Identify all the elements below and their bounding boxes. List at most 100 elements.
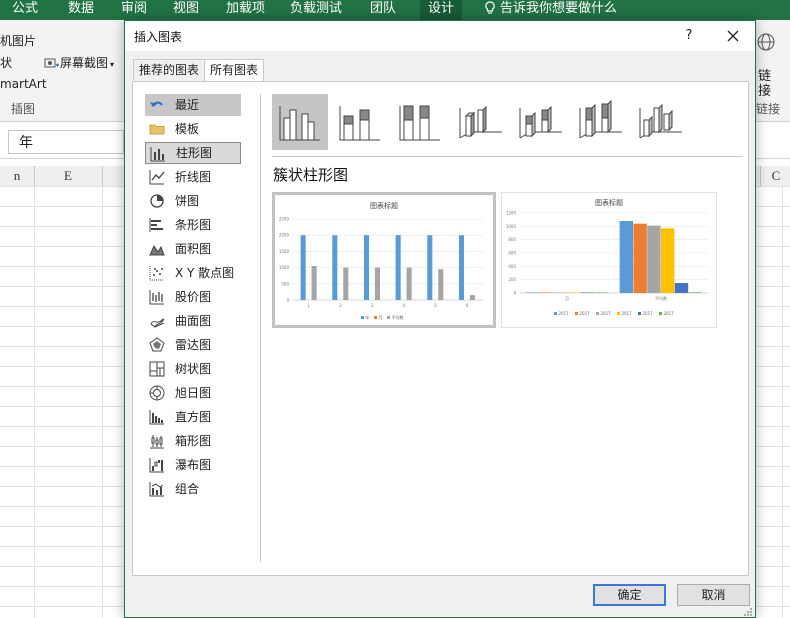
legend-label: 2017: [643, 311, 654, 316]
3d-clustered-column-subtype[interactable]: [452, 94, 508, 150]
3d-percent-stacked-column-icon: [579, 99, 622, 139]
clustered-column-subtype[interactable]: [272, 94, 328, 150]
shapes-label[interactable]: 状: [0, 54, 12, 71]
tell-me-box[interactable]: 告诉我你想要做什么: [484, 0, 617, 20]
3d-stacked-column-subtype[interactable]: [512, 94, 568, 150]
bar: [580, 292, 595, 293]
screenshot-icon: [44, 58, 59, 68]
3d-column-subtype[interactable]: [632, 94, 688, 150]
screenshot-button[interactable]: 屏幕截图 ▾: [44, 54, 114, 71]
3d-percent-stacked-column-subtype[interactable]: [572, 94, 628, 150]
category-box-whisker[interactable]: 箱形图: [145, 430, 241, 452]
category-label: 股价图: [175, 290, 212, 304]
tab-all-charts[interactable]: 所有图表: [204, 59, 265, 82]
column-header[interactable]: n: [0, 166, 35, 186]
combo-chart-icon: [149, 482, 164, 497]
bar: [300, 235, 306, 300]
category-stock[interactable]: 股价图: [145, 286, 241, 308]
column-header[interactable]: C: [760, 166, 790, 186]
y-tick-label: 600: [508, 251, 516, 256]
online-pictures-label[interactable]: 机图片: [0, 32, 36, 49]
category-pie[interactable]: 饼图: [145, 190, 241, 212]
divider: [260, 94, 261, 562]
chart-subtype-title: 簇状柱形图: [273, 166, 349, 184]
stock-chart-icon: [149, 290, 164, 305]
tab-formulas[interactable]: 公式: [12, 0, 38, 20]
box-whisker-icon: [150, 435, 164, 449]
y-tick-label: 200: [508, 277, 516, 282]
bar: [332, 235, 338, 300]
area-chart-icon: [149, 244, 165, 256]
close-button[interactable]: [721, 25, 745, 47]
category-line[interactable]: 折线图: [145, 166, 241, 188]
resize-grip-icon[interactable]: [743, 607, 753, 617]
category-label: 雷达图: [175, 338, 212, 352]
smartart-label[interactable]: martArt: [0, 77, 47, 91]
bar: [311, 265, 317, 300]
category-column[interactable]: 柱形图: [145, 142, 241, 164]
bar: [438, 269, 444, 300]
tab-view[interactable]: 视图: [173, 0, 199, 20]
category-label: 箱形图: [175, 434, 212, 448]
bar: [469, 295, 475, 300]
x-tick-label: 5: [434, 303, 437, 308]
bar: [674, 283, 689, 293]
x-tick-label: 1: [308, 303, 311, 308]
y-tick-label: 1000: [506, 224, 517, 229]
legend-swatch: [638, 312, 641, 315]
category-sunburst[interactable]: 旭日图: [145, 382, 241, 404]
tab-design[interactable]: 设计: [420, 0, 463, 20]
category-area[interactable]: 面积图: [145, 238, 241, 260]
x-tick-label: 6: [466, 303, 469, 308]
legend-swatch: [554, 312, 557, 315]
chart-preview-2[interactable]: 图表标题 0 200 400 600 800 1000 1200 月平均数 2017 2017 20…: [501, 192, 717, 328]
category-label: 旭日图: [175, 386, 212, 400]
legend-swatch: [575, 312, 578, 315]
bar: [539, 292, 553, 293]
legend-swatch: [374, 316, 377, 319]
tab-team[interactable]: 团队: [370, 0, 396, 20]
bar: [374, 267, 380, 300]
category-waterfall[interactable]: 瀑布图: [145, 454, 241, 476]
tab-review[interactable]: 审阅: [121, 0, 147, 20]
percent-stacked-column-subtype[interactable]: [392, 94, 448, 150]
link-icon: [756, 32, 776, 55]
bar: [343, 267, 349, 300]
column-header[interactable]: E: [34, 166, 103, 186]
help-button[interactable]: ?: [678, 25, 700, 47]
y-tick-label: 400: [508, 264, 516, 269]
formula-input[interactable]: 年: [8, 130, 124, 154]
category-combo[interactable]: 组合: [145, 478, 241, 500]
link-label-2[interactable]: 接: [758, 80, 771, 99]
ok-button[interactable]: 确定: [593, 584, 666, 606]
category-recent[interactable]: 最近: [145, 94, 241, 116]
dialog-titlebar[interactable]: 插入图表 ?: [125, 21, 755, 51]
category-radar[interactable]: 雷达图: [145, 334, 241, 356]
category-histogram[interactable]: 直方图: [145, 406, 241, 428]
y-tick-label: 500: [281, 281, 289, 286]
bar: [525, 292, 540, 293]
close-icon: [727, 30, 739, 42]
y-tick-label: 0: [513, 291, 516, 296]
legend-label: 2017: [664, 311, 675, 316]
legend-label: 2017: [622, 311, 633, 316]
tab-recommended-charts[interactable]: 推荐的图表: [133, 59, 206, 80]
tab-load-test[interactable]: 负载测试: [290, 0, 342, 20]
category-label: X Y 散点图: [175, 266, 235, 280]
preview-chart-2-svg: 0 200 400 600 800 1000 1200 月 平均数 2017 2017 2017 201…: [506, 211, 708, 316]
category-surface[interactable]: 曲面图: [145, 310, 241, 332]
category-treemap[interactable]: 树状图: [145, 358, 241, 380]
category-bar[interactable]: 条形图: [145, 214, 241, 236]
tab-data[interactable]: 数据: [68, 0, 94, 20]
chart-preview-1[interactable]: 图表标题 0 500 1000 1500 2000 2500 1 2 3 4 5 6 年月平均数: [272, 192, 496, 328]
category-label: 饼图: [175, 194, 200, 208]
bar: [427, 235, 433, 300]
category-scatter[interactable]: X Y 散点图: [145, 262, 241, 284]
category-templates[interactable]: 模板: [145, 118, 241, 140]
tab-addins[interactable]: 加载项: [226, 0, 265, 20]
category-label: 面积图: [175, 242, 212, 256]
stacked-column-subtype[interactable]: [332, 94, 388, 150]
bar: [363, 235, 370, 300]
cancel-button[interactable]: 取消: [677, 584, 750, 606]
illustrations-group-label: 插图: [11, 102, 36, 116]
